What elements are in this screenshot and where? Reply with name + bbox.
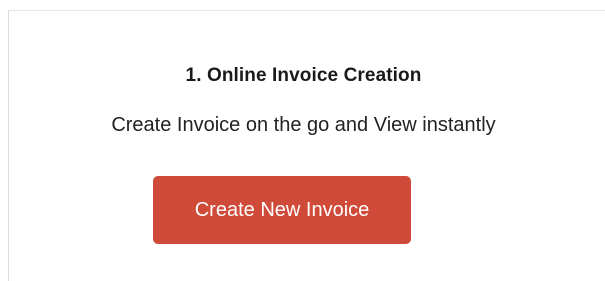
create-new-invoice-button[interactable]: Create New Invoice: [153, 176, 411, 244]
section-description: Create Invoice on the go and View instan…: [111, 114, 496, 136]
section-title: 1. Online Invoice Creation: [185, 65, 422, 86]
invoice-feature-card: 1. Online Invoice Creation Create Invoic…: [8, 10, 605, 281]
page: 1. Online Invoice Creation Create Invoic…: [0, 0, 605, 281]
